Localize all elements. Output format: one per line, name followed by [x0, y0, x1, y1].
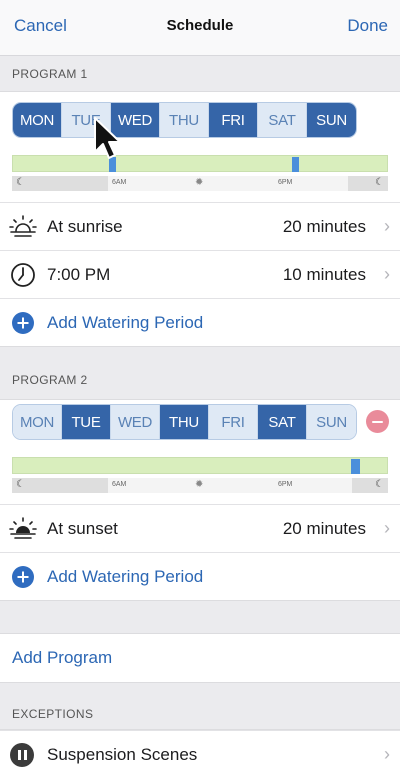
mouse-cursor-icon [94, 117, 121, 159]
add-watering-period-label: Add Watering Period [47, 313, 204, 332]
period-duration: 20 minutes [282, 519, 366, 538]
day-toggle-wed[interactable]: WED [111, 405, 160, 439]
day-toggle-sat[interactable]: SAT [258, 103, 307, 137]
watering-period-row[interactable]: At sunrise 20 minutes › [0, 202, 400, 250]
program-2-timeline: ☾ 6AM ✹ 6PM ☾ [12, 457, 388, 495]
watering-marker [292, 157, 299, 172]
add-icon [12, 566, 34, 588]
exceptions-header: EXCEPTIONS [0, 682, 400, 730]
pause-icon [10, 743, 34, 767]
day-toggle-thu[interactable]: THU [160, 405, 209, 439]
timeline-label-6pm: 6PM [278, 179, 293, 186]
clock-icon [11, 263, 35, 287]
add-program-button[interactable]: Add Program [0, 634, 400, 682]
night-segment [12, 478, 108, 493]
program-2-header: PROGRAM 2 [0, 346, 400, 400]
day-toggle-sat[interactable]: SAT [258, 405, 307, 439]
day-night-track: ☾ 6AM ✹ 6PM ☾ [12, 176, 388, 191]
add-watering-period-button[interactable]: Add Watering Period [0, 298, 400, 346]
chevron-right-icon: › [384, 264, 390, 284]
add-watering-period-button[interactable]: Add Watering Period [0, 552, 400, 600]
sun-icon: ✹ [195, 177, 204, 188]
suspension-scenes-label: Suspension Scenes [47, 745, 198, 764]
chevron-right-icon: › [384, 216, 390, 236]
period-duration: 20 minutes [282, 217, 366, 236]
done-button[interactable]: Done [347, 16, 388, 36]
day-toggle-mon[interactable]: MON [13, 405, 62, 439]
moon-icon: ☾ [375, 479, 384, 490]
sun-icon: ✹ [195, 479, 204, 490]
timeline-label-6am: 6AM [112, 481, 127, 488]
moon-icon: ☾ [16, 177, 25, 188]
day-toggle-sun[interactable]: SUN [307, 103, 356, 137]
period-time-label: At sunrise [47, 217, 123, 236]
program-2-day-selector: MON TUE WED THU FRI SAT SUN [12, 404, 357, 440]
watering-window-bar [12, 155, 388, 172]
day-toggle-mon[interactable]: MON [13, 103, 62, 137]
page-title: Schedule [166, 17, 234, 34]
suspension-scenes-row[interactable]: Suspension Scenes › [0, 730, 400, 778]
sunset-icon [9, 517, 37, 539]
program-1-day-selector: MON TUE WED THU FRI SAT SUN [12, 102, 357, 138]
sunrise-icon [9, 215, 37, 237]
watering-period-row[interactable]: 7:00 PM 10 minutes › [0, 250, 400, 298]
day-toggle-thu[interactable]: THU [160, 103, 209, 137]
navigation-bar: Cancel Schedule Done [0, 0, 400, 56]
minus-icon [372, 420, 383, 423]
chevron-right-icon: › [384, 744, 390, 764]
day-toggle-fri[interactable]: FRI [209, 103, 258, 137]
add-program-label: Add Program [12, 648, 113, 667]
day-toggle-fri[interactable]: FRI [209, 405, 258, 439]
delete-program-button[interactable] [366, 410, 389, 433]
watering-marker [351, 459, 360, 474]
watering-period-row[interactable]: At sunset 20 minutes › [0, 504, 400, 552]
period-duration: 10 minutes [282, 265, 366, 284]
night-segment [12, 176, 108, 191]
add-watering-period-label: Add Watering Period [47, 567, 204, 586]
program-1-timeline: ☾ 6AM ✹ 6PM ☾ [12, 155, 388, 193]
day-toggle-tue[interactable]: TUE [62, 405, 111, 439]
section-spacer [0, 600, 400, 634]
timeline-label-6pm: 6PM [278, 481, 293, 488]
program-1-header: PROGRAM 1 [0, 56, 400, 92]
chevron-right-icon: › [384, 518, 390, 538]
period-time-label: At sunset [47, 519, 118, 538]
moon-icon: ☾ [375, 177, 384, 188]
watering-window-bar [12, 457, 388, 474]
moon-icon: ☾ [16, 479, 25, 490]
day-toggle-sun[interactable]: SUN [307, 405, 356, 439]
day-night-track: ☾ 6AM ✹ 6PM ☾ [12, 478, 388, 493]
period-time-label: 7:00 PM [47, 265, 111, 284]
timeline-label-6am: 6AM [112, 179, 127, 186]
add-icon [12, 312, 34, 334]
